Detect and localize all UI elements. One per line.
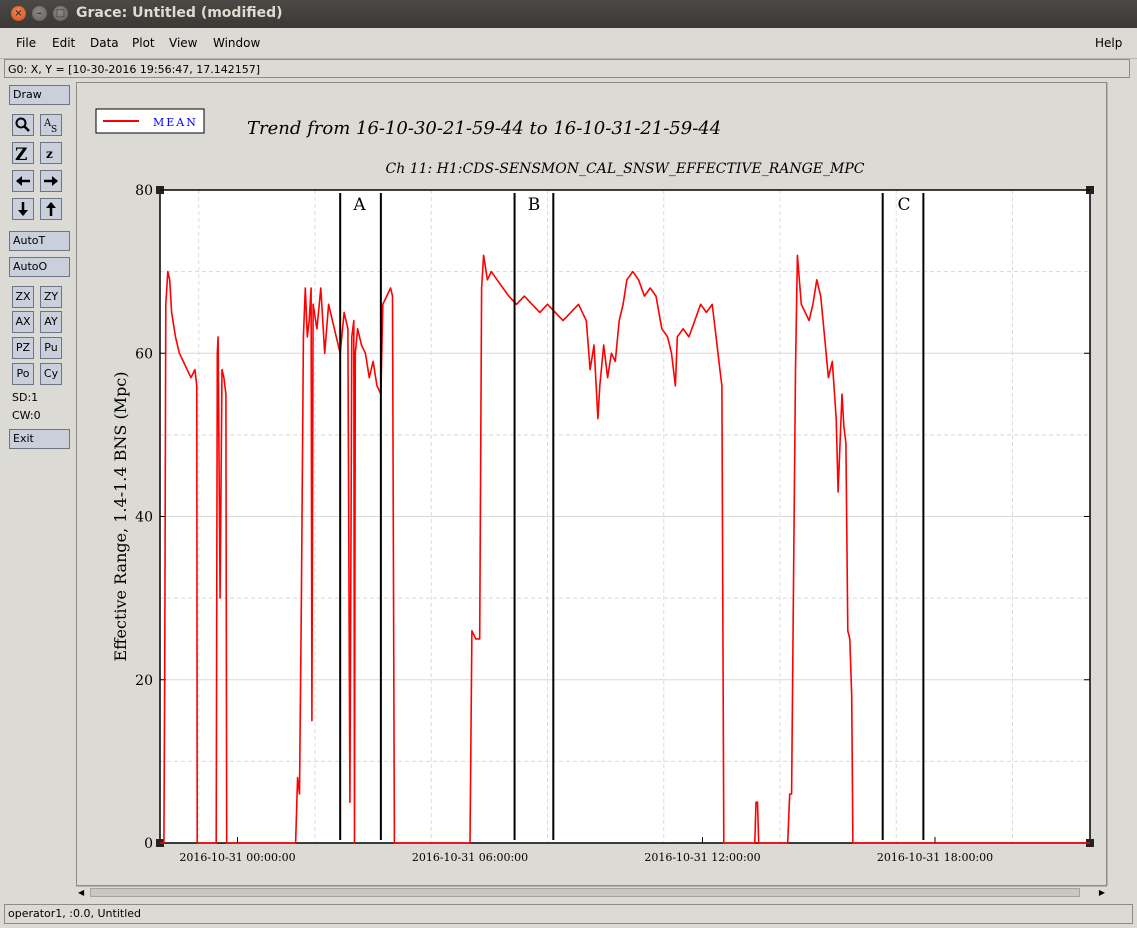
chart-subtitle: Ch 11: H1:CDS-SENSMON_CAL_SNSW_EFFECTIVE… — [386, 161, 865, 177]
maximize-icon: □ — [55, 8, 66, 19]
po-button[interactable]: Po — [12, 363, 34, 385]
pu-button[interactable]: Pu — [40, 337, 62, 359]
tool-panel: Draw AS Z z AutoT AutoO ZX ZY AX AY PZ P… — [0, 80, 74, 900]
locator-readout: G0: X, Y = [10-30-2016 19:56:47, 17.1421… — [4, 59, 1130, 78]
scroll-down-button[interactable] — [12, 198, 34, 220]
y-tick-label: 60 — [135, 346, 153, 362]
x-tick-label: 2016-10-31 00:00:00 — [179, 851, 295, 864]
vertical-scrollbar[interactable] — [1107, 82, 1122, 886]
marker-label: B — [528, 195, 541, 215]
horizontal-scroll-thumb[interactable] — [90, 888, 1080, 897]
plot-canvas[interactable]: 0 20 40 60 80 2016-10-31 00:00:00 2016-10-31 0… — [76, 82, 1107, 886]
arrow-up-icon — [46, 202, 56, 216]
menu-help[interactable]: Help — [1095, 36, 1122, 50]
window-title: Grace: Untitled (modified) — [76, 5, 283, 21]
exit-button[interactable]: Exit — [9, 429, 70, 449]
y-tick-label: 0 — [144, 836, 153, 852]
close-icon: × — [14, 8, 23, 19]
scroll-left-arrow-icon[interactable]: ◀ — [78, 888, 84, 897]
zoom-out-button[interactable]: Z — [12, 142, 34, 165]
scroll-right-arrow-icon[interactable]: ▶ — [1099, 888, 1105, 897]
menubar: File Edit Data Plot View Window Help — [0, 28, 1137, 59]
svg-text:z: z — [46, 147, 53, 161]
arrow-down-icon — [18, 202, 28, 216]
stack-depth-label: SD:1 — [12, 391, 39, 404]
arrow-left-icon — [16, 176, 30, 186]
scroll-up-button[interactable] — [40, 198, 62, 220]
y-tick-label: 40 — [135, 510, 153, 526]
zoom-in-z-icon: z — [46, 147, 53, 161]
chart-title: Trend from 16-10-30-21-59-44 to 16-10-31… — [247, 118, 721, 139]
x-tick-label: 2016-10-31 12:00:00 — [644, 851, 760, 864]
svg-text:Z: Z — [15, 145, 27, 163]
zoom-button[interactable] — [12, 114, 34, 136]
close-window-button[interactable]: × — [11, 6, 26, 21]
maximize-window-button[interactable]: □ — [53, 6, 68, 21]
menu-plot[interactable]: Plot — [132, 36, 155, 50]
menu-view[interactable]: View — [169, 36, 197, 50]
autot-button[interactable]: AutoT — [9, 231, 70, 251]
x-tick-label: 2016-10-31 06:00:00 — [412, 851, 528, 864]
draw-button[interactable]: Draw — [9, 85, 70, 105]
marker-label: A — [352, 195, 366, 215]
chart-svg[interactable]: 0 20 40 60 80 2016-10-31 00:00:00 2016-10-31 0… — [77, 83, 1106, 885]
horizontal-scrollbar[interactable]: ◀ ▶ — [76, 886, 1107, 899]
status-bar: operator1, :0.0, Untitled — [4, 904, 1133, 924]
zy-button[interactable]: ZY — [40, 286, 62, 308]
window-titlebar: × – □ Grace: Untitled (modified) — [0, 0, 1137, 28]
zoom-out-z-icon: Z — [15, 145, 27, 165]
scroll-right-button[interactable] — [40, 170, 62, 192]
menu-edit[interactable]: Edit — [52, 36, 75, 50]
marker-label: C — [897, 195, 910, 215]
autoscale-ticks-button[interactable]: AS — [40, 114, 62, 136]
text-scale-icon: AS — [43, 118, 57, 135]
minimize-window-button[interactable]: – — [32, 6, 47, 21]
y-tick-label: 20 — [135, 673, 153, 689]
current-world-label: CW:0 — [12, 409, 41, 422]
x-tick-label: 2016-10-31 18:00:00 — [877, 851, 993, 864]
pz-button[interactable]: PZ — [12, 337, 34, 359]
zoom-in-button[interactable]: z — [40, 142, 62, 164]
magnifier-icon — [15, 117, 30, 132]
y-axis-label: Effective Range, 1.4-1.4 BNS (Mpc) — [111, 371, 130, 661]
menu-data[interactable]: Data — [90, 36, 119, 50]
autoo-button[interactable]: AutoO — [9, 257, 70, 277]
minimize-icon: – — [37, 8, 42, 19]
legend-label-mean: MEAN — [153, 116, 198, 129]
menu-file[interactable]: File — [16, 36, 36, 50]
ay-button[interactable]: AY — [40, 311, 62, 333]
y-tick-label: 80 — [135, 183, 153, 199]
arrow-right-icon — [44, 176, 58, 186]
cy-button[interactable]: Cy — [40, 363, 62, 385]
zx-button[interactable]: ZX — [12, 286, 34, 308]
svg-text:S: S — [51, 125, 57, 135]
scroll-left-button[interactable] — [12, 170, 34, 192]
menu-window[interactable]: Window — [213, 36, 260, 50]
ax-button[interactable]: AX — [12, 311, 34, 333]
